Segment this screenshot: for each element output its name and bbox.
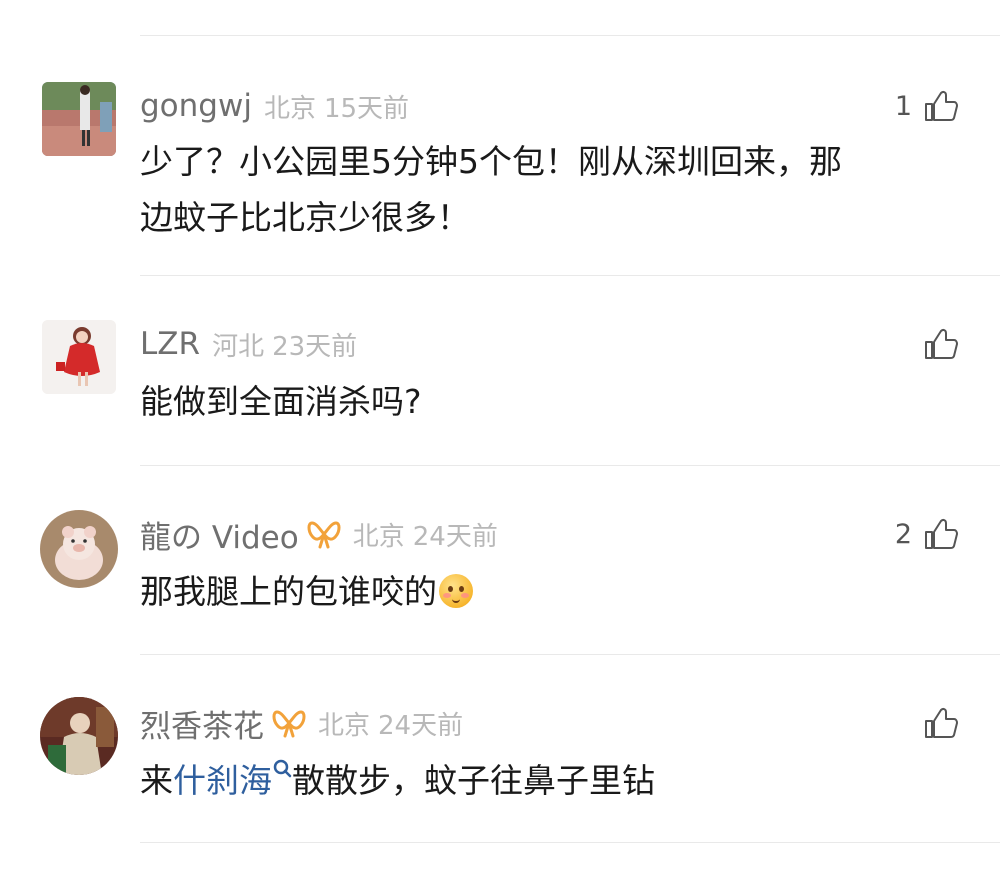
- like-count: 1: [894, 90, 912, 122]
- comment-meta: LZR 河北 23天前: [140, 324, 357, 364]
- comment-text: 来什刹海 散散步，蚊子往鼻子里钻: [140, 753, 960, 809]
- vip-ribbon-icon: [307, 521, 341, 549]
- like-count: 2: [894, 518, 912, 550]
- blush-emoji-icon: [439, 574, 473, 608]
- comment-meta: 烈香茶花 北京 24天前: [140, 701, 464, 746]
- location: 北京: [352, 521, 405, 552]
- location: 河北: [212, 331, 265, 362]
- divider-top: [140, 35, 1000, 36]
- divider: [140, 654, 1000, 655]
- like-button[interactable]: 1: [895, 86, 958, 126]
- divider-bottom: [140, 842, 1000, 843]
- divider: [140, 275, 1000, 276]
- comment-text-prefix: 来: [140, 761, 173, 800]
- avatar[interactable]: [42, 320, 116, 394]
- timestamp: 24天前: [378, 710, 464, 741]
- username[interactable]: LZR: [140, 326, 200, 362]
- avatar[interactable]: [40, 510, 118, 588]
- username[interactable]: 龍の Video: [140, 512, 299, 557]
- timestamp: 15天前: [323, 93, 410, 124]
- comment-text-line: 边蚊子比北京少很多！: [140, 198, 470, 237]
- location: 北京: [318, 710, 371, 741]
- comment-text: 那我腿上的包谁咬的: [140, 564, 960, 620]
- location: 北京: [263, 93, 316, 124]
- comment-meta: gongwj 北京 15天前: [140, 86, 409, 126]
- vip-ribbon-icon: [272, 710, 306, 738]
- thumbs-up-icon: [925, 518, 958, 549]
- thumbs-up-icon: [925, 90, 958, 121]
- comment-text: 能做到全面消杀吗?: [140, 374, 960, 430]
- comment-text-line: 能做到全面消杀吗?: [140, 382, 422, 421]
- avatar[interactable]: [40, 697, 118, 775]
- topic-link[interactable]: 什刹海: [173, 761, 272, 800]
- username[interactable]: gongwj: [140, 88, 252, 124]
- timestamp: 24天前: [412, 521, 498, 552]
- username[interactable]: 烈香茶花: [140, 701, 264, 746]
- like-button[interactable]: 2: [895, 514, 958, 554]
- comment-text-line: 那我腿上的包谁咬的: [140, 572, 437, 611]
- thumbs-up-icon: [925, 328, 958, 359]
- like-button[interactable]: [912, 324, 958, 364]
- thumbs-up-icon: [925, 707, 958, 738]
- divider: [140, 465, 1000, 466]
- timestamp: 23天前: [272, 331, 358, 362]
- search-icon[interactable]: [272, 758, 292, 786]
- comment-text-line: 少了？小公园里5分钟5个包！刚从深圳回来，那: [140, 142, 842, 181]
- like-button[interactable]: [912, 703, 958, 743]
- comment-text-suffix: 散散步，蚊子往鼻子里钻: [292, 761, 655, 800]
- avatar[interactable]: [42, 82, 116, 156]
- comment-meta: 龍の Video 北京 24天前: [140, 512, 498, 557]
- comment-text: 少了？小公园里5分钟5个包！刚从深圳回来，那 边蚊子比北京少很多！: [140, 134, 960, 246]
